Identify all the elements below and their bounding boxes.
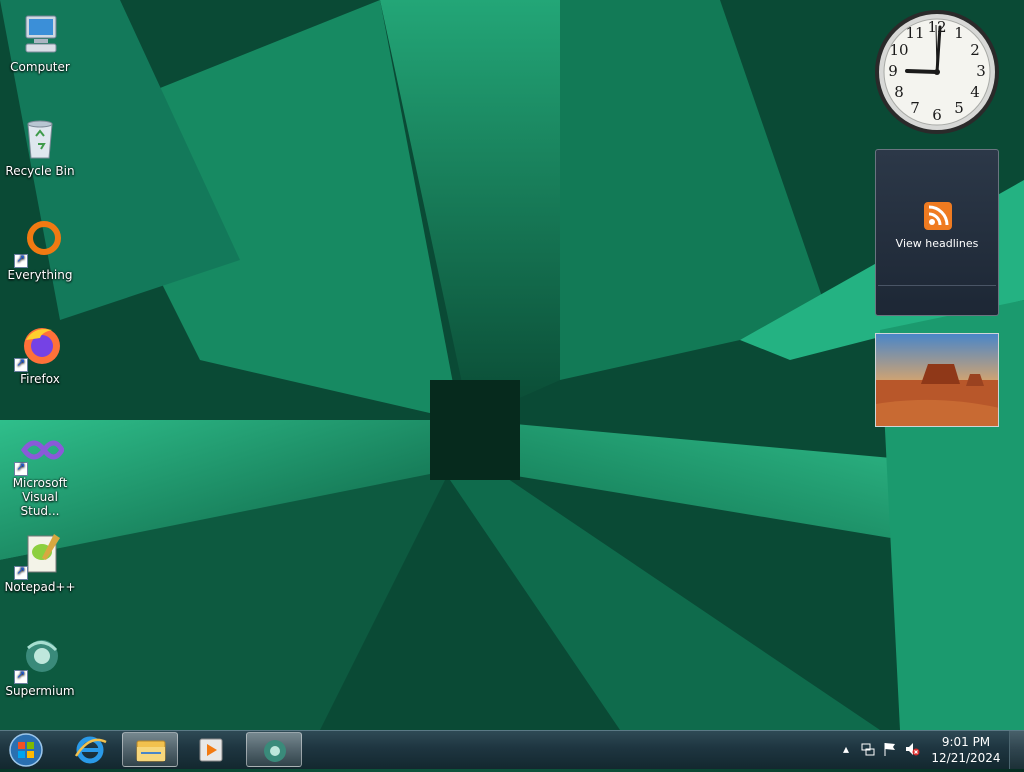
clock-gadget[interactable]: 12 1 2 3 4 5 6 7 8 9 10 11: [874, 9, 1000, 135]
desktop-icon-label: Computer: [10, 60, 70, 74]
desktop-icon-label: Microsoft Visual Stud...: [12, 476, 68, 518]
taskbar-clock[interactable]: 9:01 PM 12/21/2024: [930, 734, 1002, 766]
file-explorer-icon: [136, 740, 166, 762]
shortcut-arrow-icon: [14, 356, 28, 372]
slideshow-desert-image: [876, 334, 998, 426]
desktop-icon-firefox[interactable]: Firefox: [2, 316, 78, 386]
network-icon[interactable]: [860, 741, 876, 757]
taskbar-button-supermium[interactable]: [246, 732, 302, 767]
media-player-icon: [199, 738, 223, 762]
system-tray: ▴ 9:01 PM 12/21/2024: [834, 731, 1024, 769]
clock-numeral: 12: [927, 18, 946, 36]
desktop-icon-label: Firefox: [20, 372, 60, 386]
windows-start-icon: [9, 733, 43, 767]
everything-icon: [14, 218, 64, 268]
show-desktop-button[interactable]: [1009, 731, 1024, 769]
shortcut-arrow-icon: [14, 564, 28, 580]
desktop-icon-label: Everything: [7, 268, 73, 282]
clock-numeral: 9: [888, 62, 898, 80]
shortcut-arrow-icon: [14, 668, 28, 684]
computer-icon: [16, 10, 64, 58]
desktop-icon-notepadplusplus[interactable]: Notepad++: [2, 524, 78, 594]
feed-headlines-gadget[interactable]: View headlines: [875, 149, 999, 316]
taskbar: ▴ 9:01 PM 12/21/2024: [0, 730, 1024, 769]
show-hidden-icons-icon[interactable]: ▴: [838, 741, 854, 757]
clock-numeral: 1: [954, 24, 964, 42]
desktop-icon-recycle-bin[interactable]: Recycle Bin: [2, 108, 78, 178]
firefox-icon: [14, 322, 64, 372]
desktop-icon-computer[interactable]: Computer: [2, 4, 78, 74]
feed-divider: [878, 285, 996, 286]
shortcut-arrow-icon: [14, 252, 28, 268]
desktop-icon-supermium[interactable]: Supermium: [2, 628, 78, 698]
taskbar-time: 9:01 PM: [941, 735, 991, 749]
clock-numeral: 10: [889, 41, 908, 59]
clock-numeral: 3: [976, 62, 986, 80]
desktop-icon-label: Notepad++: [4, 580, 76, 594]
clock-numeral: 8: [894, 83, 904, 101]
clock-hour-hand: [905, 69, 939, 74]
clock-numeral: 4: [970, 83, 980, 101]
taskbar-button-internet-explorer[interactable]: [62, 732, 118, 767]
volume-muted-icon[interactable]: [904, 741, 920, 757]
desktop-icon-label: Recycle Bin: [5, 164, 75, 178]
taskbar-button-file-explorer[interactable]: [122, 732, 178, 767]
action-center-flag-icon[interactable]: [882, 741, 898, 757]
internet-explorer-icon: [74, 736, 107, 764]
recycle-bin-icon: [16, 114, 64, 162]
clock-numeral: 5: [954, 99, 964, 117]
desktop-icon-label: Supermium: [5, 684, 75, 698]
start-button[interactable]: [6, 732, 46, 768]
visual-studio-icon: [14, 426, 65, 476]
clock-numeral: 7: [910, 99, 920, 117]
shortcut-arrow-icon: [14, 460, 28, 476]
rss-icon: [924, 202, 952, 230]
desktop-wallpaper: [0, 0, 1024, 730]
desktop-icon-everything[interactable]: Everything: [2, 212, 78, 282]
clock-numeral: 11: [905, 24, 924, 42]
clock-numeral: 6: [932, 106, 942, 124]
supermium-taskbar-icon: [264, 740, 286, 762]
slideshow-gadget[interactable]: [875, 333, 999, 427]
supermium-icon: [14, 634, 64, 684]
desktop-icon-visual-studio[interactable]: Microsoft Visual Stud...: [2, 420, 78, 518]
taskbar-button-media-player[interactable]: [184, 732, 240, 767]
view-headlines-link[interactable]: View headlines: [876, 237, 998, 250]
notepadplusplus-icon: [14, 530, 64, 580]
taskbar-date: 12/21/2024: [931, 751, 1001, 765]
clock-numeral: 2: [970, 41, 980, 59]
